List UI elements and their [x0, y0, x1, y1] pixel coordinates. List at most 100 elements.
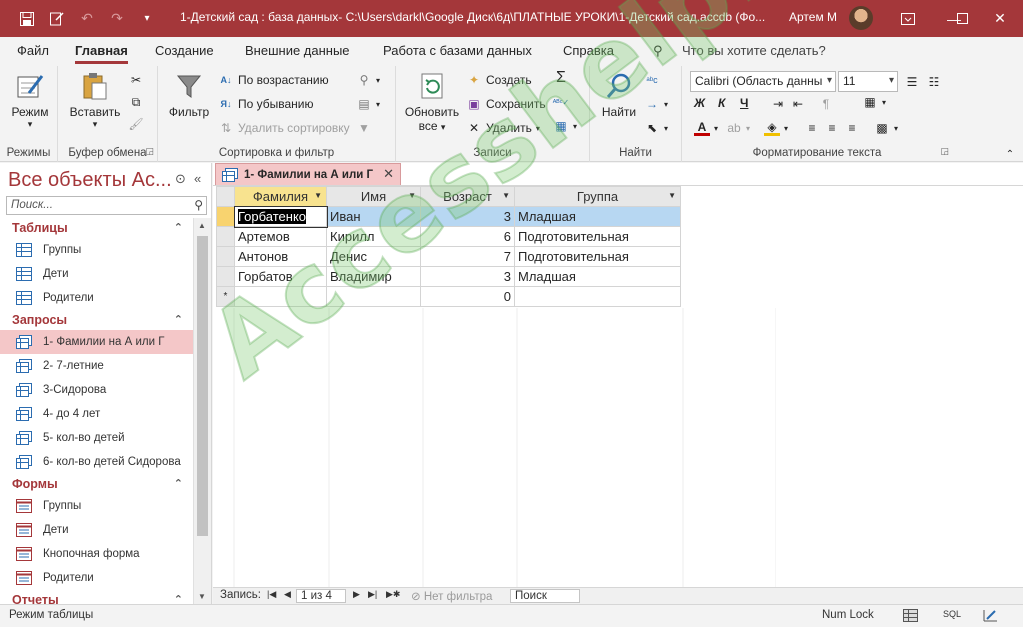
text-format-launcher-icon[interactable]: ◲ — [940, 146, 949, 157]
tab-database-tools[interactable]: Работа с базами данных — [383, 43, 532, 58]
first-record-icon[interactable]: |◀ — [267, 589, 276, 600]
nav-search-input[interactable]: Поиск... ⚲ — [6, 196, 207, 215]
close-tab-icon[interactable]: ✕ — [383, 166, 394, 182]
previous-record-icon[interactable]: ◀ — [284, 589, 291, 600]
replace-icon[interactable]: ᵃᵇc — [644, 72, 660, 88]
record-selector[interactable] — [216, 246, 235, 267]
nav-item-form-parents[interactable]: Родители — [0, 566, 193, 590]
numbering-icon[interactable]: ☷ — [926, 74, 942, 90]
column-menu-icon[interactable]: ▼ — [408, 191, 416, 200]
nav-section-tables[interactable]: Таблицы ⌃ — [0, 218, 193, 238]
select-icon[interactable]: ⬉ ▾ — [644, 120, 668, 136]
record-selector[interactable] — [216, 206, 235, 227]
table-row[interactable]: Горбатов Владимир 3 Младшая — [216, 266, 681, 287]
collapse-section-icon[interactable]: ⌃ — [174, 310, 183, 330]
table-row[interactable]: Антонов Денис 7 Подготовительная — [216, 246, 681, 267]
column-menu-icon[interactable]: ▼ — [668, 191, 676, 200]
tab-file[interactable]: Файл — [17, 43, 49, 58]
remove-sort-button[interactable]: ⇅ Удалить сортировку — [218, 120, 350, 136]
select-all-cell[interactable] — [216, 186, 235, 207]
tab-create[interactable]: Создание — [155, 43, 214, 58]
nav-item-form-children[interactable]: Дети — [0, 518, 193, 542]
column-menu-icon[interactable]: ▼ — [314, 191, 322, 200]
align-left-icon[interactable]: ≡ — [804, 120, 820, 136]
find-button[interactable]: Найти — [598, 70, 640, 119]
table-cell[interactable]: Подготовительная — [514, 226, 681, 247]
table-cell[interactable] — [326, 286, 421, 307]
tab-external-data[interactable]: Внешние данные — [245, 43, 350, 58]
nav-item-form-switchboard[interactable]: Кнопочная форма — [0, 542, 193, 566]
nav-scrollbar-thumb[interactable] — [197, 236, 208, 536]
search-icon[interactable]: ⚲ — [194, 198, 203, 212]
selection-filter-icon[interactable]: ⚲ ▾ — [356, 72, 380, 88]
nav-item-query-3[interactable]: 3-Сидорова — [0, 378, 193, 402]
column-menu-icon[interactable]: ▼ — [502, 191, 510, 200]
font-color-icon[interactable]: A ▾ — [694, 120, 718, 136]
table-row[interactable]: Горбатенко Иван 3 Младшая — [216, 205, 681, 228]
undo-icon[interactable]: ↶ — [74, 6, 100, 32]
ribbon-display-options-icon[interactable] — [885, 0, 931, 37]
column-header-surname[interactable]: Фамилия ▼ — [234, 186, 327, 207]
view-button[interactable]: Режим ▾ — [8, 70, 52, 130]
new-record-marker[interactable]: * — [216, 286, 235, 307]
filter-button[interactable]: Фильтр — [166, 70, 212, 119]
nav-menu-icon[interactable]: ⊙ — [175, 171, 186, 187]
nav-item-table-children[interactable]: Дети — [0, 262, 193, 286]
save-record-button[interactable]: ▣ Сохранить — [466, 96, 545, 112]
nav-section-forms[interactable]: Формы ⌃ — [0, 474, 193, 494]
record-selector[interactable] — [216, 266, 235, 287]
user-name[interactable]: Артем М — [789, 10, 837, 24]
highlight-icon[interactable]: ab ▾ — [726, 120, 750, 136]
table-cell[interactable]: 7 — [420, 246, 515, 267]
gridlines-icon[interactable]: ▦ ▾ — [862, 94, 886, 110]
alternate-row-color-icon[interactable]: ▩ ▾ — [874, 120, 898, 136]
nav-item-table-parents[interactable]: Родители — [0, 286, 193, 310]
table-cell[interactable]: Горбатов — [234, 266, 327, 287]
table-cell[interactable]: 0 — [420, 286, 515, 307]
font-name-select[interactable]: Calibri (Область данны ▾ — [690, 71, 836, 92]
next-record-icon[interactable]: ▶ — [353, 589, 360, 600]
record-selector[interactable] — [216, 226, 235, 247]
font-size-select[interactable]: 11 ▾ — [838, 71, 898, 92]
redo-icon[interactable]: ↷ — [104, 6, 130, 32]
column-header-age[interactable]: Возраст ▼ — [420, 186, 515, 207]
table-cell[interactable]: Иван — [326, 206, 421, 227]
nav-item-query-5[interactable]: 5- кол-во детей — [0, 426, 193, 450]
nav-item-form-groups[interactable]: Группы — [0, 494, 193, 518]
spelling-icon[interactable]: ᴬᴮᶜ✓ — [553, 94, 569, 110]
format-painter-icon[interactable]: 🖌 — [128, 116, 144, 132]
bold-button[interactable]: Ж — [694, 96, 705, 110]
table-cell[interactable]: Денис — [326, 246, 421, 267]
tab-help[interactable]: Справка — [563, 43, 614, 58]
avatar[interactable] — [849, 6, 873, 30]
table-cell[interactable] — [514, 286, 681, 307]
customize-toolbar-icon[interactable]: ▾ — [134, 6, 160, 32]
lightbulb-search-icon[interactable]: ⚲ — [653, 43, 663, 59]
nav-collapse-icon[interactable]: « — [194, 171, 201, 186]
table-cell[interactable]: Владимир — [326, 266, 421, 287]
copy-icon[interactable]: ⧉ — [128, 94, 144, 110]
table-cell[interactable]: Артемов — [234, 226, 327, 247]
touch-mode-icon[interactable] — [44, 6, 70, 32]
cut-icon[interactable]: ✂ — [128, 72, 144, 88]
collapse-section-icon[interactable]: ⌃ — [174, 590, 183, 604]
table-cell[interactable]: Антонов — [234, 246, 327, 267]
table-cell[interactable] — [234, 286, 327, 307]
nav-item-query-6[interactable]: 6- кол-во детей Сидорова — [0, 450, 193, 474]
record-search-input[interactable]: Поиск — [510, 589, 580, 603]
last-record-icon[interactable]: ▶| — [368, 589, 377, 600]
table-cell[interactable]: 3 — [420, 266, 515, 287]
table-cell[interactable]: 6 — [420, 226, 515, 247]
nav-scrollbar[interactable]: ▲ ▼ — [193, 218, 211, 604]
filter-status[interactable]: ⊘ Нет фильтра — [411, 589, 492, 603]
scroll-down-icon[interactable]: ▼ — [198, 592, 206, 601]
design-view-icon[interactable] — [983, 609, 998, 625]
table-cell[interactable]: Младшая — [514, 266, 681, 287]
table-row[interactable]: Артемов Кирилл 6 Подготовительная — [216, 226, 681, 247]
sql-view-button[interactable]: SQL — [943, 609, 961, 619]
table-cell[interactable]: 3 — [420, 206, 515, 227]
close-icon[interactable]: ✕ — [977, 0, 1023, 37]
bullets-icon[interactable]: ☰ — [904, 74, 920, 90]
nav-item-query-2[interactable]: 2- 7-летние — [0, 354, 193, 378]
more-records-icon[interactable]: ▦ ▾ — [553, 118, 577, 134]
